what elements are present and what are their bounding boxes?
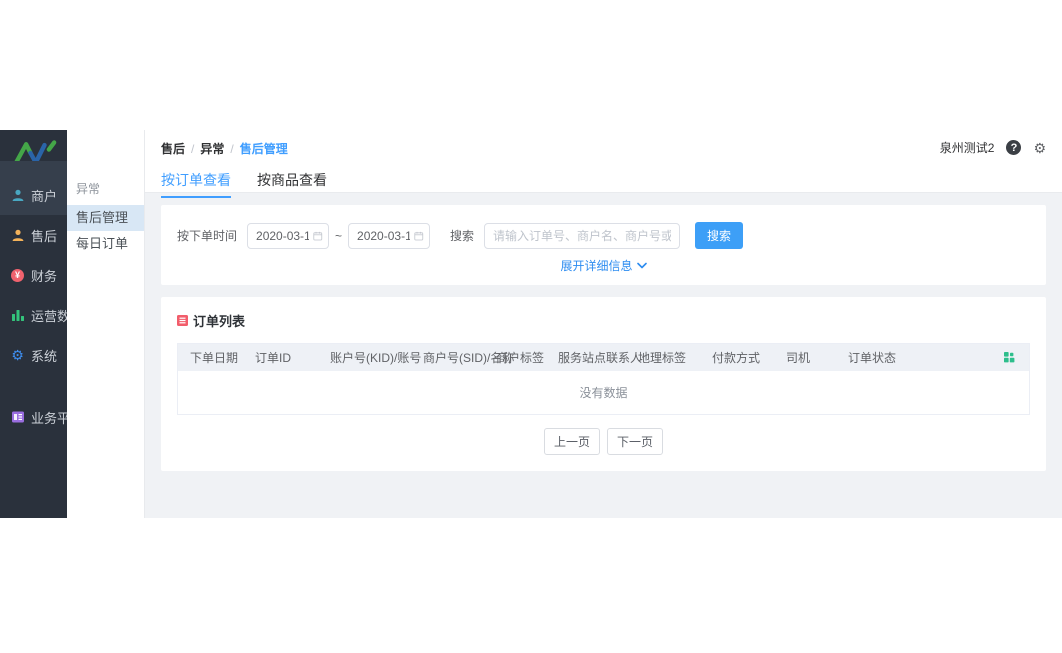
merchant-icon [10,188,25,203]
sidebar-item-label: 售后 [31,228,58,244]
calendar-icon [414,231,424,240]
sidebar-item-finance[interactable]: ¥ 财务 [0,255,67,295]
sidebar-item-label: 系统 [31,348,58,364]
breadcrumb-item-current[interactable]: 售后管理 [240,142,288,156]
column-header-merchant-sid: 商户号(SID)/名称 [423,351,515,365]
sidebar-divider-space [0,375,67,397]
submenu-item-daily-orders[interactable]: 每日订单 [67,231,144,257]
search-label: 搜索 [450,229,475,243]
breadcrumb-item-aftersales[interactable]: 售后 [161,142,185,156]
primary-sidebar: 商户 售后 ¥ 财务 运营数据 ⚙ 系统 业务平台 [0,130,83,518]
pagination: 上一页 下一页 [177,428,1030,455]
aftersales-icon [10,228,25,243]
platform-icon [10,410,25,425]
column-header-driver: 司机 [786,351,811,365]
username[interactable]: 泉州测试2 [940,139,995,156]
table-header-row: 下单日期 订单ID 账户号(KID)/账号 商户号(SID)/名称 商户标签 服… [178,344,1029,371]
empty-state-text: 没有数据 [579,386,628,400]
date-filter-label: 按下单时间 [177,229,238,243]
next-page-button[interactable]: 下一页 [607,428,664,455]
card-title-text: 订单列表 [193,314,246,329]
column-header-payment-method: 付款方式 [712,351,761,365]
order-list-card: 订单列表 下单日期 订单ID 账户号(KID)/账号 商户号(SID)/名称 商… [161,297,1046,471]
column-header-account-kid: 账户号(KID)/账号 [330,351,422,365]
list-icon [177,315,188,326]
column-header-merchant-tags: 商户标签 [496,351,545,365]
system-gear-icon: ⚙ [11,347,24,363]
page-header: 售后 / 异常 / 售后管理 泉州测试2 ? ⚙ 按订单查看 按商品查看 [145,130,1062,198]
calendar-icon [313,231,323,240]
prev-page-button[interactable]: 上一页 [543,428,600,455]
user-area: 泉州测试2 ? ⚙ [940,139,1046,156]
column-header-order-date: 下单日期 [190,351,239,365]
operations-icon [10,308,25,323]
expand-details-label: 展开详细信息 [560,259,633,273]
date-range-separator: ~ [335,228,343,243]
date-to-input[interactable] [348,222,431,249]
search-input[interactable] [484,222,681,249]
submenu-group-label: 异常 [76,182,101,196]
sidebar-nav: 商户 售后 ¥ 财务 运营数据 ⚙ 系统 业务平台 [0,175,83,437]
column-header-station-contact: 服务站点联系人 [558,351,643,365]
finance-icon: ¥ [10,268,25,283]
sidebar-item-system[interactable]: ⚙ 系统 [0,335,67,375]
search-button[interactable]: 搜索 [695,222,744,249]
filter-card: 按下单时间 ~ 搜索 搜索 展开详细信息 [161,205,1046,285]
settings-gear-icon[interactable]: ⚙ [1033,141,1046,155]
column-header-order-status: 订单状态 [848,351,897,365]
date-to-field[interactable] [357,228,411,243]
orders-table: 下单日期 订单ID 账户号(KID)/账号 商户号(SID)/名称 商户标签 服… [177,343,1030,415]
sidebar-item-operations-data[interactable]: 运营数据 [0,295,83,335]
card-title: 订单列表 [177,311,1030,330]
sidebar-item-aftersales[interactable]: 售后 [0,215,67,255]
app-window: 商户 售后 ¥ 财务 运营数据 ⚙ 系统 业务平台 异常 售后管理 每日订单 售… [0,130,1062,518]
sidebar-item-label: 商户 [31,188,58,204]
tab-view-by-product[interactable]: 按商品查看 [257,170,327,198]
column-settings-icon[interactable] [1004,352,1029,363]
column-header-order-id: 订单ID [255,351,292,365]
breadcrumb-separator: / [230,142,234,156]
submenu-item-aftersales-management[interactable]: 售后管理 [67,205,144,231]
sidebar-item-label: 财务 [31,268,58,284]
view-tabs: 按订单查看 按商品查看 [161,170,1046,198]
breadcrumb: 售后 / 异常 / 售后管理 [161,140,1046,157]
date-from-field[interactable] [256,228,310,243]
expand-details-link[interactable]: 展开详细信息 [560,257,647,274]
secondary-sidebar: 异常 售后管理 每日订单 [67,130,145,518]
table-empty-row: 没有数据 [178,371,1029,414]
tab-view-by-order[interactable]: 按订单查看 [161,170,231,198]
content-area: 按下单时间 ~ 搜索 搜索 展开详细信息 [145,193,1062,518]
filter-row: 按下单时间 ~ 搜索 搜索 [177,222,1030,249]
logo-icon [12,139,56,166]
sidebar-item-business-platform[interactable]: 业务平台 [0,397,83,437]
column-header-geo-tags: 地理标签 [638,351,687,365]
help-icon[interactable]: ? [1006,140,1022,155]
app-logo[interactable] [0,130,67,175]
expand-row: 展开详细信息 [177,257,1030,275]
date-from-input[interactable] [247,222,330,249]
breadcrumb-item-abnormal[interactable]: 异常 [200,142,224,156]
chevron-down-icon [636,262,647,269]
sidebar-item-merchant[interactable]: 商户 [0,175,67,215]
main-area: 售后 / 异常 / 售后管理 泉州测试2 ? ⚙ 按订单查看 按商品查看 按下单时间 [145,130,1062,518]
breadcrumb-separator: / [191,142,195,156]
